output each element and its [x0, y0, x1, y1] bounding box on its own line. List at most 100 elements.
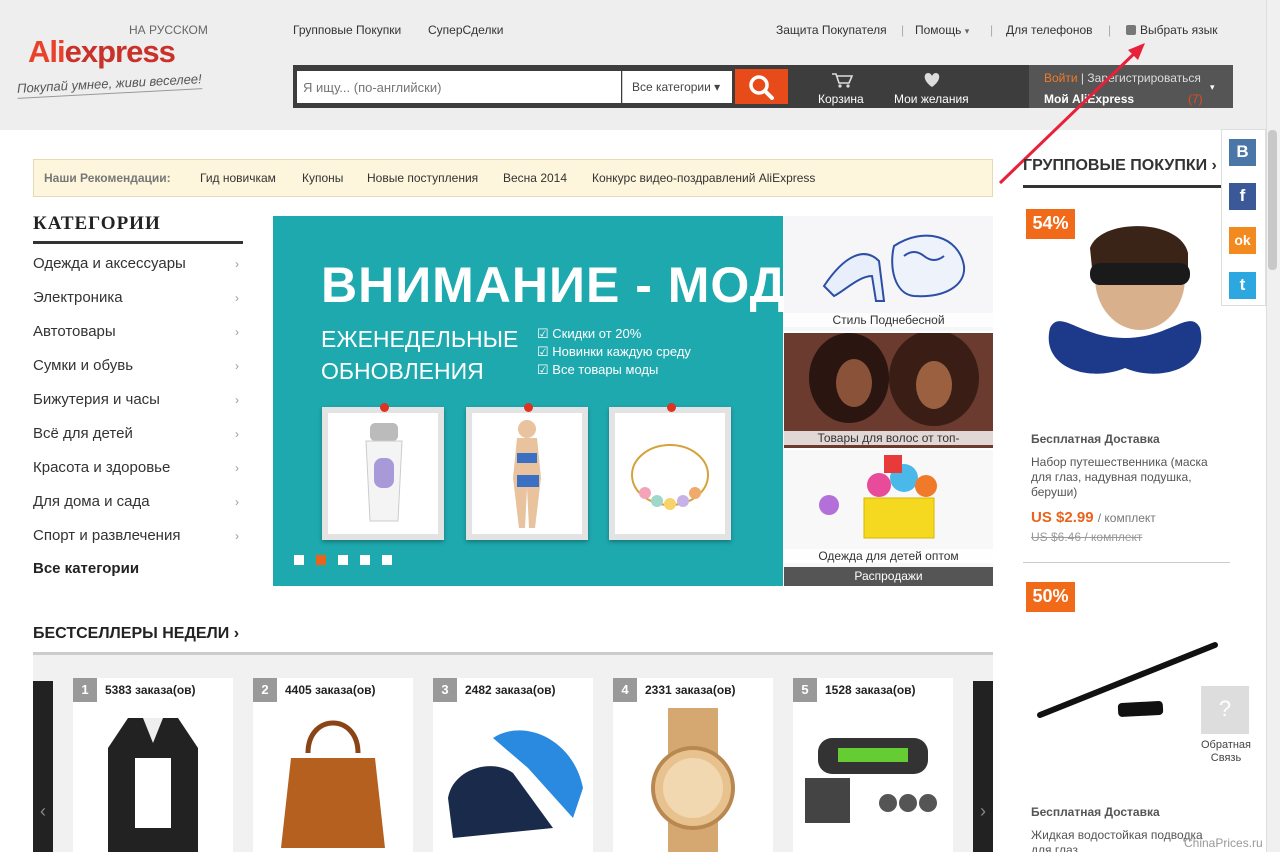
group-buys-title-label: ГРУППОВЫЕ ПОКУПКИ	[1023, 157, 1208, 174]
carousel-dot[interactable]	[382, 555, 392, 565]
category-item[interactable]: Красота и здоровье ›	[33, 459, 243, 476]
chevron-right-icon: ›	[235, 529, 239, 543]
category-item[interactable]: Бижутерия и часы ›	[33, 391, 243, 408]
tile-chinese-style[interactable]: Стиль Поднебесной	[784, 216, 993, 331]
logo-express: express	[64, 34, 176, 69]
chevron-down-icon[interactable]: ▾	[1210, 82, 1215, 93]
facebook-icon[interactable]: f	[1229, 183, 1256, 210]
logo[interactable]: Aliexpress	[28, 34, 176, 70]
chevron-right-icon: ›	[235, 359, 239, 373]
watermark: ChinaPrices.ru	[1184, 836, 1263, 850]
scrollbar-thumb[interactable]	[1268, 130, 1277, 270]
rec-link-spring[interactable]: Весна 2014	[503, 171, 567, 185]
carousel-dot[interactable]	[294, 555, 304, 565]
rec-link-newbie-guide[interactable]: Гид новичкам	[200, 171, 276, 185]
group-buy-price: US $2.99 / комплект	[1031, 509, 1156, 526]
banner-product-bracelet[interactable]	[609, 407, 731, 540]
bestseller-card[interactable]	[433, 678, 593, 852]
carousel-dot-active[interactable]	[316, 555, 326, 565]
chevron-right-icon: ›	[235, 461, 239, 475]
carousel-next-button[interactable]: ›	[973, 681, 993, 852]
category-item[interactable]: Для дома и сада ›	[33, 493, 243, 510]
odnoklassniki-icon[interactable]: ok	[1229, 227, 1256, 254]
group-buy-description[interactable]: Набор путешественника (маска для глаз, н…	[1031, 455, 1221, 500]
rec-link-coupons[interactable]: Купоны	[302, 171, 343, 185]
banner-product-swimsuit[interactable]	[466, 407, 588, 540]
my-aliexpress-count: (7)	[1188, 92, 1203, 106]
category-item[interactable]: Автотовары ›	[33, 323, 243, 340]
rec-link-contest[interactable]: Конкурс видео-поздравлений AliExpress	[592, 171, 815, 185]
porcelain-shoes-image	[822, 234, 966, 302]
nav-mobile[interactable]: Для телефонов	[1006, 23, 1093, 37]
globe-icon	[1126, 25, 1136, 35]
banner-bullet: ☑ Новинки каждую среду	[537, 344, 691, 360]
tile-caption: Товары для волос от топ-	[784, 431, 993, 445]
bestsellers-title[interactable]: БЕСТСЕЛЛЕРЫ НЕДЕЛИ ›	[33, 625, 239, 643]
category-label: Автотовары	[33, 323, 116, 340]
category-label: Бижутерия и часы	[33, 391, 160, 408]
watch-image	[651, 708, 735, 852]
pin-icon	[524, 403, 533, 412]
kids-clothes-basket-image	[819, 455, 937, 539]
bestseller-card[interactable]	[613, 678, 773, 852]
category-item[interactable]: Всё для детей ›	[33, 425, 243, 442]
carousel-dot[interactable]	[360, 555, 370, 565]
tile-hair-products[interactable]: Товары для волос от топ-	[784, 330, 993, 448]
search-category-select[interactable]: Все категории ▾	[622, 71, 732, 103]
nav-separator: |	[901, 23, 905, 37]
bestseller-card[interactable]	[793, 678, 953, 852]
bestseller-card[interactable]	[73, 678, 233, 852]
checkbox-icon: ☑	[537, 344, 549, 359]
chevron-right-icon: ›	[235, 291, 239, 305]
banner-bullet-text: Новинки каждую среду	[552, 344, 691, 359]
feedback-label[interactable]: Обратная Связь	[1196, 739, 1256, 765]
bestsellers-title-label: БЕСТСЕЛЛЕРЫ НЕДЕЛИ	[33, 625, 230, 642]
nav-language[interactable]: Выбрать язык	[1126, 23, 1218, 37]
parking-sensor-image	[805, 738, 937, 823]
tile-caption: Одежда для детей оптом	[784, 549, 993, 563]
pin-icon	[380, 403, 389, 412]
chevron-right-icon: ›	[235, 257, 239, 271]
orders-count: 2482 заказа(ов)	[465, 683, 556, 697]
rec-link-new-arrivals[interactable]: Новые поступления	[367, 171, 478, 185]
category-item[interactable]: Одежда и аксессуары ›	[33, 255, 243, 272]
rank-badge: 2	[253, 678, 277, 702]
banner-title: ВНИМАНИЕ - МОДА!	[321, 257, 842, 313]
free-shipping-label: Бесплатная Доставка	[1031, 432, 1160, 446]
carousel-prev-button[interactable]: ‹	[33, 681, 53, 852]
category-label: Электроника	[33, 289, 123, 306]
tile-kids-clothes[interactable]: Одежда для детей оптом	[784, 450, 993, 567]
carousel-dot[interactable]	[338, 555, 348, 565]
search-button[interactable]	[735, 69, 788, 104]
bestseller-card[interactable]	[253, 678, 413, 852]
sales-link[interactable]: Распродажи	[784, 567, 993, 586]
group-buys-title[interactable]: ГРУППОВЫЕ ПОКУПКИ ›	[1023, 157, 1217, 175]
category-label: Сумки и обувь	[33, 357, 134, 374]
nav-buyer-protection[interactable]: Защита Покупателя	[776, 23, 887, 37]
discount-badge: 54%	[1026, 209, 1075, 239]
nav-group-buys[interactable]: Групповые Покупки	[293, 23, 401, 37]
vk-icon[interactable]: В	[1229, 139, 1256, 166]
nav-help[interactable]: Помощь ▾	[915, 23, 969, 37]
all-categories-link[interactable]: Все категории	[33, 560, 139, 577]
category-item[interactable]: Сумки и обувь ›	[33, 357, 243, 374]
banner-bullet-text: Все товары моды	[552, 362, 659, 377]
chevron-right-icon: ›	[233, 625, 240, 642]
recommendations-title: Наши Рекомендации:	[44, 171, 171, 185]
chevron-right-icon: ›	[235, 427, 239, 441]
category-item[interactable]: Спорт и развлечения ›	[33, 527, 243, 544]
wishlist-button[interactable]: Мои желания	[892, 70, 972, 108]
old-price: US $6.46 / комплект	[1031, 530, 1143, 544]
group-buy-image-eyeliner[interactable]	[1030, 610, 1220, 755]
scrollbar[interactable]	[1266, 0, 1280, 852]
nav-super-deals[interactable]: СуперСделки	[428, 23, 503, 37]
twitter-icon[interactable]: t	[1229, 272, 1256, 299]
checkbox-icon: ☑	[537, 326, 549, 341]
category-item[interactable]: Электроника ›	[33, 289, 243, 306]
search-input[interactable]	[297, 71, 621, 103]
feedback-icon[interactable]: ?	[1201, 686, 1249, 734]
categories-title: КАТЕГОРИИ	[33, 213, 161, 234]
cart-button[interactable]: Корзина	[815, 70, 870, 108]
banner-product-shaver[interactable]	[322, 407, 444, 540]
shaver-image	[365, 423, 403, 522]
